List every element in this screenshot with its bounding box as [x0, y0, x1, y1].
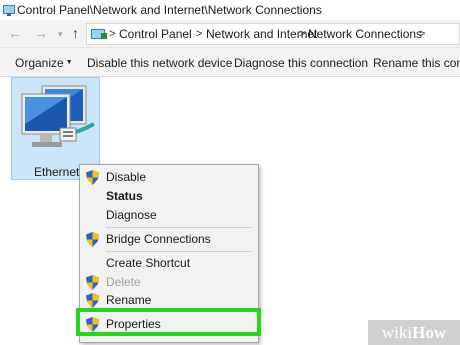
address-bar[interactable]: > Control Panel > Network and Internet >… [86, 23, 460, 45]
menu-item-create-shortcut[interactable]: Create Shortcut [80, 254, 258, 273]
forward-arrow-icon[interactable]: → [34, 25, 48, 41]
uac-shield-icon [86, 232, 99, 247]
title-bar: Control Panel\Network and Internet\Netwo… [0, 0, 460, 20]
recent-chevron-icon[interactable]: ▾ [58, 29, 63, 40]
folder-icon [91, 29, 107, 39]
breadcrumb-control-panel[interactable]: Control Panel [119, 24, 192, 44]
menu-item-diagnose[interactable]: Diagnose [80, 206, 258, 225]
breadcrumb-separator: > [299, 28, 306, 40]
menu-item-disable[interactable]: Disable [80, 168, 258, 187]
menu-separator [106, 227, 252, 228]
diagnose-connection-button[interactable]: Diagnose this connection [234, 50, 368, 76]
menu-item-bridge-connections[interactable]: Bridge Connections [80, 230, 258, 249]
disable-device-button[interactable]: Disable this network device [87, 50, 232, 76]
breadcrumb-separator[interactable]: > [419, 24, 425, 44]
window-title: Control Panel\Network and Internet\Netwo… [17, 3, 322, 17]
uac-shield-icon [86, 275, 99, 290]
menu-item-status[interactable]: Status [80, 187, 258, 206]
properties-highlight [76, 308, 261, 336]
navigation-bar: ← → ▾ ↑ > Control Panel > Network and In… [0, 21, 460, 48]
back-arrow-icon[interactable]: ← [8, 25, 22, 41]
breadcrumb-network-connections[interactable]: Network Connections [308, 24, 422, 44]
uac-shield-icon [86, 170, 99, 185]
command-bar: Organize ▼ Disable this network device Di… [0, 50, 460, 77]
menu-item-delete: Delete [80, 273, 258, 292]
rename-connection-button[interactable]: Rename this conne [373, 50, 460, 76]
control-panel-icon [3, 5, 15, 16]
organize-button[interactable]: Organize ▼ [15, 50, 73, 79]
up-arrow-icon[interactable]: ↑ [72, 25, 79, 41]
uac-shield-icon [86, 293, 99, 308]
breadcrumb-separator: > [109, 28, 116, 40]
breadcrumb-separator: > [196, 28, 203, 40]
network-computer-icon [21, 85, 95, 147]
wikihow-watermark: wikiHow [368, 320, 460, 345]
dropdown-caret-icon: ▼ [65, 59, 73, 66]
menu-separator [106, 251, 252, 252]
